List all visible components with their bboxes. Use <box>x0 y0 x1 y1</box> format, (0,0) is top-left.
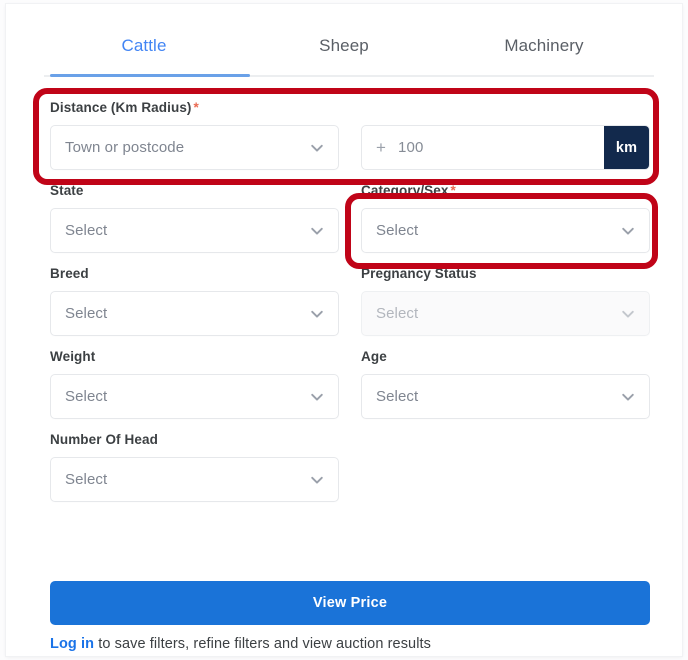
breed-select-placeholder: Select <box>65 305 108 322</box>
category-sex-select[interactable]: Select <box>361 208 650 253</box>
weight-label: Weight <box>50 349 339 365</box>
weight-label-text: Weight <box>50 349 96 364</box>
login-hint-text: to save filters, refine filters and view… <box>94 636 432 652</box>
radius-label-spacer <box>361 100 650 116</box>
tab-cattle-label: Cattle <box>121 36 167 55</box>
radius-field-group: + 100 km <box>361 100 650 170</box>
state-category-row: State Select Category/Sex * Select <box>50 183 650 253</box>
pregnancy-status-field-group: Pregnancy Status Select <box>361 266 650 336</box>
number-of-head-field-group: Number Of Head Select <box>50 432 339 502</box>
category-tabs: Cattle Sheep Machinery <box>44 32 644 76</box>
number-of-head-row: Number Of Head Select <box>50 432 650 502</box>
weight-select-placeholder: Select <box>65 388 108 405</box>
state-select-placeholder: Select <box>65 222 108 239</box>
state-label: State <box>50 183 339 199</box>
pregnancy-status-select: Select <box>361 291 650 336</box>
plus-icon[interactable]: + <box>362 139 398 156</box>
weight-field-group: Weight Select <box>50 349 339 419</box>
tab-sheep-label: Sheep <box>319 36 369 55</box>
chevron-down-icon <box>311 393 323 401</box>
breed-label-text: Breed <box>50 266 89 281</box>
unit-badge-km: km <box>604 126 649 169</box>
log-in-link[interactable]: Log in <box>50 636 94 652</box>
location-select[interactable]: Town or postcode <box>50 125 339 170</box>
chevron-down-icon <box>622 393 634 401</box>
pregnancy-status-label: Pregnancy Status <box>361 266 650 282</box>
state-label-text: State <box>50 183 84 198</box>
location-field-group: Distance (Km Radius) * Town or postcode <box>50 100 339 170</box>
chevron-down-icon <box>311 476 323 484</box>
location-select-placeholder: Town or postcode <box>65 139 185 156</box>
category-sex-select-placeholder: Select <box>376 222 419 239</box>
age-label-text: Age <box>361 349 387 364</box>
number-of-head-spacer <box>361 432 650 502</box>
breed-label: Breed <box>50 266 339 282</box>
active-tab-indicator <box>50 74 250 77</box>
pregnancy-status-select-placeholder: Select <box>376 305 419 322</box>
distance-row: Distance (Km Radius) * Town or postcode +… <box>50 100 650 170</box>
distance-label: Distance (Km Radius) * <box>50 100 339 116</box>
age-select-placeholder: Select <box>376 388 419 405</box>
tab-machinery-label: Machinery <box>504 36 584 55</box>
chevron-down-icon <box>311 144 323 152</box>
tab-machinery[interactable]: Machinery <box>444 32 644 56</box>
age-select[interactable]: Select <box>361 374 650 419</box>
chevron-down-icon <box>622 310 634 318</box>
breed-select[interactable]: Select <box>50 291 339 336</box>
view-price-button[interactable]: View Price <box>50 581 650 625</box>
weight-select[interactable]: Select <box>50 374 339 419</box>
radius-input-wrapper[interactable]: + 100 km <box>361 125 650 170</box>
breed-field-group: Breed Select <box>50 266 339 336</box>
breed-pregnancy-row: Breed Select Pregnancy Status Select <box>50 266 650 336</box>
category-sex-required-asterisk: * <box>450 183 456 198</box>
chevron-down-icon <box>622 227 634 235</box>
filter-card: Cattle Sheep Machinery Distance (Km Radi… <box>6 4 682 656</box>
state-select[interactable]: Select <box>50 208 339 253</box>
age-field-group: Age Select <box>361 349 650 419</box>
tab-sheep[interactable]: Sheep <box>244 32 444 56</box>
filter-form: Distance (Km Radius) * Town or postcode +… <box>50 100 650 515</box>
pregnancy-status-label-text: Pregnancy Status <box>361 266 477 281</box>
category-sex-label: Category/Sex * <box>361 183 650 199</box>
tab-cattle[interactable]: Cattle <box>44 32 244 56</box>
category-sex-field-group: Category/Sex * Select <box>361 183 650 253</box>
distance-required-asterisk: * <box>193 100 199 115</box>
distance-label-text: Distance (Km Radius) <box>50 100 192 115</box>
category-sex-label-text: Category/Sex <box>361 183 449 198</box>
number-of-head-select-placeholder: Select <box>65 471 108 488</box>
login-hint: Log in to save filters, refine filters a… <box>50 636 431 652</box>
weight-age-row: Weight Select Age Select <box>50 349 650 419</box>
price-filter-screen: Cattle Sheep Machinery Distance (Km Radi… <box>0 0 688 660</box>
number-of-head-select[interactable]: Select <box>50 457 339 502</box>
number-of-head-label-text: Number Of Head <box>50 432 158 447</box>
chevron-down-icon <box>311 227 323 235</box>
number-of-head-label: Number Of Head <box>50 432 339 448</box>
age-label: Age <box>361 349 650 365</box>
chevron-down-icon <box>311 310 323 318</box>
state-field-group: State Select <box>50 183 339 253</box>
